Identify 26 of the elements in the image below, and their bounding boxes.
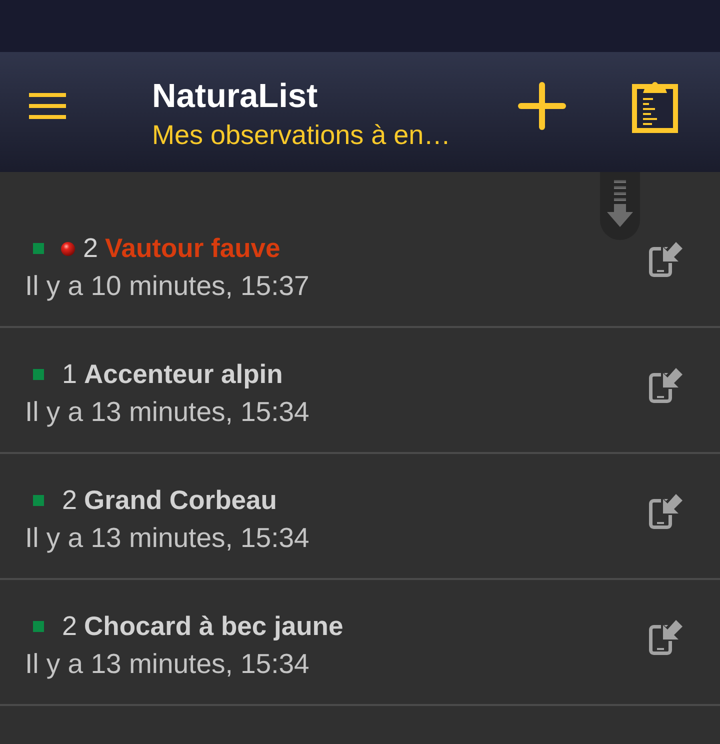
pull-down-arrow-icon xyxy=(600,172,640,240)
observation-row[interactable]: 2 Vautour fauve Il y a 10 minutes, 15:37 xyxy=(0,202,720,328)
observation-time: Il y a 13 minutes, 15:34 xyxy=(25,521,310,555)
phone-arrow-icon[interactable] xyxy=(649,240,685,277)
app-title: NaturaList xyxy=(152,77,319,117)
menu-icon xyxy=(29,93,66,119)
observation-count: 2 xyxy=(83,232,98,266)
observation-time: Il y a 10 minutes, 15:37 xyxy=(25,269,310,303)
observation-count: 1 xyxy=(62,358,78,392)
observation-time: Il y a 13 minutes, 15:34 xyxy=(25,395,310,429)
phone-arrow-icon[interactable] xyxy=(649,492,685,529)
observation-count: 2 xyxy=(62,610,78,644)
clipboard-icon xyxy=(632,79,678,133)
species-name: Chocard à bec jaune xyxy=(84,610,344,643)
species-name: Vautour fauve xyxy=(105,232,280,265)
phone-arrow-icon[interactable] xyxy=(649,366,685,403)
app-subtitle: Mes observations à en… xyxy=(152,119,451,152)
observation-time: Il y a 13 minutes, 15:34 xyxy=(25,647,310,681)
observation-count: 2 xyxy=(62,484,78,518)
observation-row[interactable]: 1 Accenteur alpin Il y a 13 minutes, 15:34 xyxy=(0,328,720,454)
species-name: Grand Corbeau xyxy=(84,484,277,517)
observation-row[interactable]: 2 Grand Corbeau Il y a 13 minutes, 15:34 xyxy=(0,454,720,580)
observation-row[interactable]: 2 Chocard à bec jaune Il y a 13 minutes, 15:34 xyxy=(0,580,720,706)
phone-arrow-icon[interactable] xyxy=(649,618,685,655)
plus-icon xyxy=(518,82,566,130)
species-name: Accenteur alpin xyxy=(84,358,283,391)
